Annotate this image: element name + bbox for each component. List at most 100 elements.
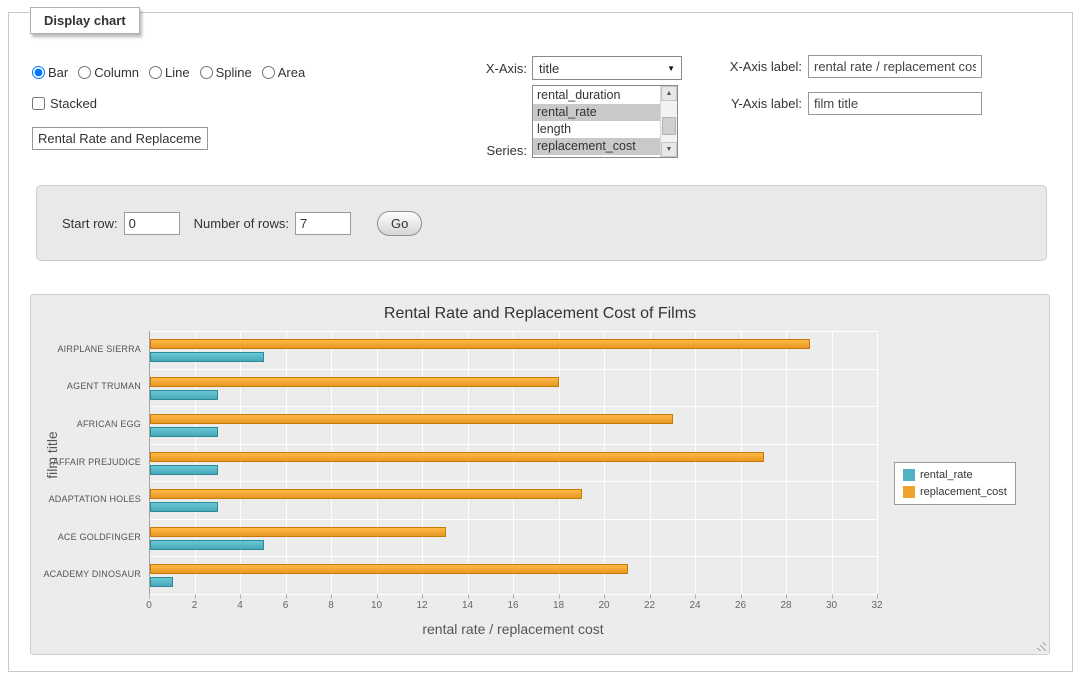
x-tick-mark [604,594,605,599]
chart-type-radio-column[interactable] [78,66,91,79]
bar-replacement_cost [150,452,764,462]
chart-type-radio-bar[interactable] [32,66,45,79]
resize-handle-icon[interactable] [1034,639,1046,651]
x-tick-mark [559,594,560,599]
scroll-up-icon[interactable]: ▲ [661,86,677,101]
chart-type-spline[interactable]: Spline [200,65,252,80]
category-label: AIRPLANE SIERRA [31,344,141,354]
x-tick-mark [149,594,150,599]
x-tick-label: 12 [407,600,437,611]
x-tick-label: 16 [498,600,528,611]
number-of-rows-input[interactable] [295,212,351,235]
x-tick-label: 4 [225,600,255,611]
x-tick-label: 32 [862,600,892,611]
legend-label: replacement_cost [920,486,1007,498]
category-label: ADAPTATION HOLES [31,494,141,504]
scrollbar-thumb[interactable] [662,117,676,135]
x-axis-label-input[interactable] [808,55,982,78]
bar-rental_rate [150,390,218,400]
x-tick-label: 18 [544,600,574,611]
gridline-vertical [286,331,287,594]
x-axis-field-row: X-Axis: title ▼ [429,56,682,80]
x-tick-mark [422,594,423,599]
scrollbar-track[interactable] [661,101,677,142]
chart-type-radio-area[interactable] [262,66,275,79]
chart-type-bar[interactable]: Bar [32,65,68,80]
bar-rental_rate [150,540,264,550]
bar-replacement_cost [150,489,582,499]
gridline-vertical [331,331,332,594]
x-tick-label: 26 [726,600,756,611]
series-listbox[interactable]: rental_durationrental_ratelengthreplacem… [532,85,678,158]
bar-replacement_cost [150,377,559,387]
scroll-down-icon[interactable]: ▼ [661,142,677,157]
gridline-vertical [695,331,696,594]
chart-type-label: Column [94,65,139,80]
x-axis-title: rental rate / replacement cost [422,621,603,637]
x-tick-label: 14 [453,600,483,611]
chart-type-radio-line[interactable] [149,66,162,79]
x-tick-label: 24 [680,600,710,611]
stacked-checkbox-row[interactable]: Stacked [32,96,97,111]
x-tick-mark [377,594,378,599]
stacked-label: Stacked [50,96,97,111]
y-axis-label-input[interactable] [808,92,982,115]
category-label: ACE GOLDFINGER [31,532,141,542]
x-axis-selected-value: title [539,61,559,76]
x-tick-mark [513,594,514,599]
series-option-rental_rate[interactable]: rental_rate [533,104,660,121]
gridline-vertical [786,331,787,594]
gridline-vertical [149,331,150,594]
y-axis-label-label: Y-Axis label: [699,96,802,111]
x-tick-mark [832,594,833,599]
series-label: Series: [429,143,527,158]
bar-rental_rate [150,352,264,362]
chart-type-radios: Bar Column Line Spline Area [32,65,305,80]
legend-item-rental_rate[interactable]: rental_rate [903,469,1007,481]
bar-rental_rate [150,465,218,475]
row-range-panel: Start row: Number of rows: Go [36,185,1047,261]
legend-item-replacement_cost[interactable]: replacement_cost [903,486,1007,498]
gridline-vertical [604,331,605,594]
gridline-vertical [741,331,742,594]
x-tick-mark [240,594,241,599]
plot-area [149,331,877,594]
x-tick-mark [650,594,651,599]
legend-swatch-replacement_cost [903,486,915,498]
series-option-replacement_cost[interactable]: replacement_cost [533,138,660,155]
x-tick-label: 6 [271,600,301,611]
start-row-label: Start row: [62,216,118,231]
chart-type-area[interactable]: Area [262,65,305,80]
legend-label: rental_rate [920,469,973,481]
x-tick-mark [286,594,287,599]
chart-type-line[interactable]: Line [149,65,190,80]
x-axis-select[interactable]: title ▼ [532,56,682,80]
series-scrollbar[interactable]: ▲ ▼ [660,86,677,157]
number-of-rows-label: Number of rows: [194,216,289,231]
x-tick-label: 10 [362,600,392,611]
chart-type-radio-spline[interactable] [200,66,213,79]
x-tick-label: 22 [635,600,665,611]
chart-type-column[interactable]: Column [78,65,139,80]
x-axis-label-label: X-Axis label: [699,59,802,74]
x-tick-mark [468,594,469,599]
go-button[interactable]: Go [377,211,422,236]
legend-swatch-rental_rate [903,469,915,481]
fieldset-legend: Display chart [30,7,140,34]
x-tick-label: 0 [134,600,164,611]
start-row-input[interactable] [124,212,180,235]
series-option-length[interactable]: length [533,121,660,138]
y-axis-title: film title [44,431,60,478]
x-tick-label: 28 [771,600,801,611]
stacked-checkbox[interactable] [32,97,45,110]
series-option-rental_duration[interactable]: rental_duration [533,87,660,104]
x-tick-mark [331,594,332,599]
series-options: rental_durationrental_ratelengthreplacem… [533,86,660,157]
x-tick-label: 8 [316,600,346,611]
chart-title-input[interactable] [32,127,208,150]
display-chart-fieldset: Display chart BarColumnLineSplineArea St… [8,12,1073,672]
bar-rental_rate [150,577,173,587]
gridline-vertical [513,331,514,594]
bar-replacement_cost [150,339,810,349]
gridline-vertical [422,331,423,594]
